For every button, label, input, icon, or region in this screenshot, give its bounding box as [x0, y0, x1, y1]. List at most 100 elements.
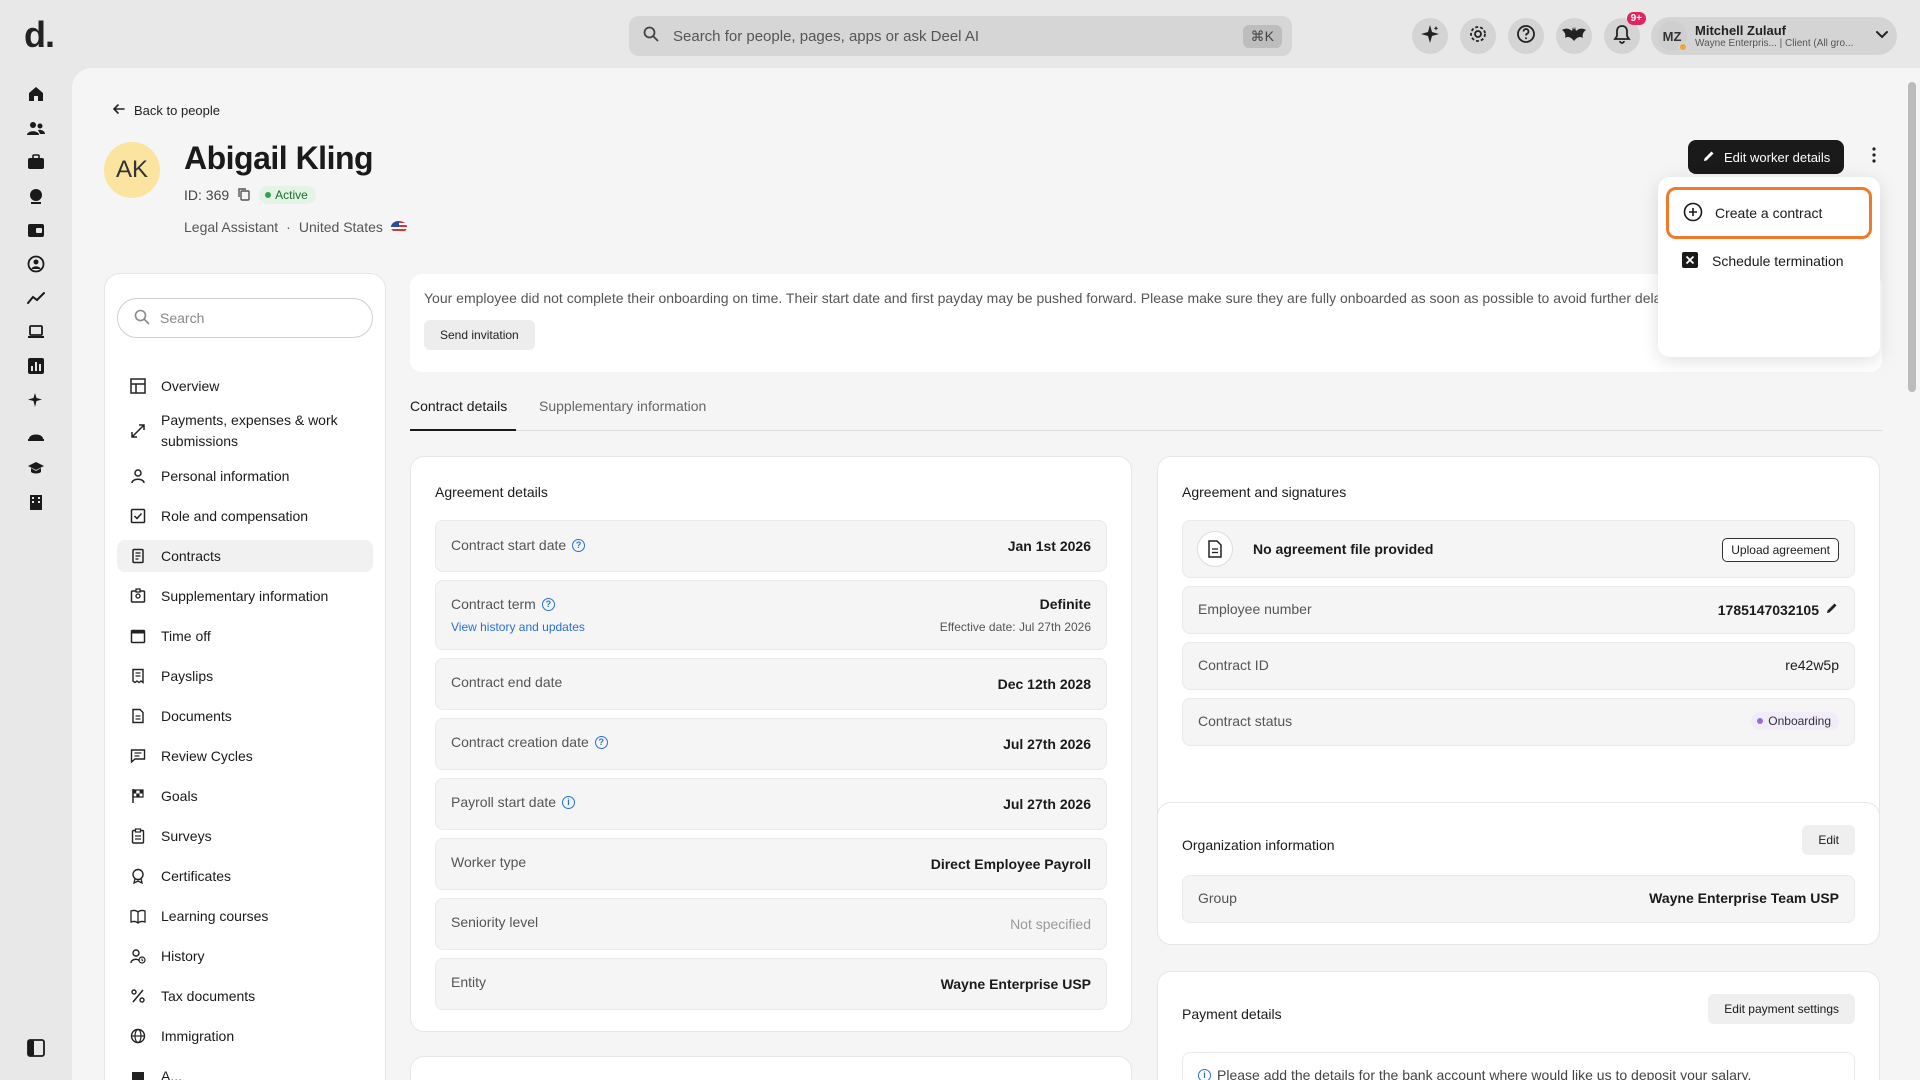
- view-history-link[interactable]: View history and updates: [451, 620, 585, 634]
- row-label: Contract ID: [1198, 657, 1269, 673]
- sidebar-item-tax-documents[interactable]: Tax documents: [117, 980, 373, 1012]
- sidebar-item-label: Learning courses: [161, 908, 269, 924]
- sidebar-item-label: Goals: [161, 788, 198, 804]
- sidebar-item-goals[interactable]: Goals: [117, 780, 373, 812]
- edit-payment-settings-button[interactable]: Edit payment settings: [1708, 994, 1855, 1024]
- sidebar-item-overview[interactable]: Overview: [117, 370, 373, 402]
- check-box-icon: [129, 507, 147, 525]
- sidebar-item-time-off[interactable]: Time off: [117, 620, 373, 652]
- info-icon[interactable]: ?: [572, 538, 586, 552]
- island-icon[interactable]: [24, 422, 48, 446]
- detail-row-worker-type: Worker type Direct Employee Payroll: [435, 838, 1107, 890]
- copy-icon[interactable]: [237, 187, 251, 204]
- file-icon: [1197, 531, 1233, 567]
- sidebar-toggle-icon[interactable]: [24, 1036, 48, 1060]
- analytics-icon[interactable]: [24, 354, 48, 378]
- sidebar-item-immigration[interactable]: Immigration: [117, 1020, 373, 1052]
- settings-button[interactable]: [1460, 18, 1496, 54]
- sidebar-item-supplementary-information[interactable]: Supplementary information: [117, 580, 373, 612]
- row-label: Group: [1198, 890, 1237, 906]
- left-rail: [0, 70, 72, 1080]
- calendar-icon: [129, 627, 147, 645]
- sidebar-item-payslips[interactable]: Payslips: [117, 660, 373, 692]
- sidebar-item-label: Contracts: [161, 548, 221, 564]
- team-circle-icon[interactable]: [24, 252, 48, 276]
- scrollbar-thumb[interactable]: [1908, 82, 1916, 392]
- sidebar-search-input[interactable]: Search: [117, 298, 373, 338]
- row-label: Payroll start date i: [451, 794, 576, 810]
- edit-worker-details-button[interactable]: Edit worker details: [1688, 140, 1845, 174]
- laptop-icon[interactable]: [24, 320, 48, 344]
- tab-contract-details[interactable]: Contract details: [410, 398, 516, 431]
- menu-item-label: Create a contract: [1715, 205, 1823, 221]
- agreement-signatures-card: Agreement and signatures No agreement fi…: [1157, 456, 1880, 846]
- effective-date: Effective date: Jul 27th 2026: [939, 620, 1091, 634]
- sidebar-item-more[interactable]: A...: [117, 1060, 373, 1080]
- detail-row-contract-term: Contract term? Definite View history and…: [435, 580, 1107, 650]
- edit-organization-button[interactable]: Edit: [1802, 825, 1855, 855]
- menu-item-label: Schedule termination: [1712, 253, 1844, 269]
- sidebar-item-label: Role and compensation: [161, 508, 309, 524]
- payment-notice: i Please add the details for the bank ac…: [1182, 1052, 1855, 1080]
- search-shortcut: ⌘K: [1242, 24, 1282, 48]
- role-location-row: Legal Assistant · United States: [184, 219, 407, 235]
- info-icon[interactable]: ?: [594, 735, 608, 749]
- detail-row-group: Group Wayne Enterprise Team USP: [1182, 875, 1855, 923]
- sidebar-item-documents[interactable]: Documents: [117, 700, 373, 732]
- info-icon[interactable]: ?: [541, 597, 555, 611]
- wallet-icon[interactable]: [24, 218, 48, 242]
- sidebar-item-learning-courses[interactable]: Learning courses: [117, 900, 373, 932]
- menu-item-schedule-termination[interactable]: Schedule termination: [1666, 235, 1872, 287]
- pencil-icon[interactable]: [1825, 601, 1839, 618]
- row-value: Wayne Enterprise Team USP: [1649, 890, 1839, 906]
- people-icon[interactable]: [24, 116, 48, 140]
- info-icon[interactable]: i: [562, 795, 576, 809]
- globe-pin-icon[interactable]: [24, 184, 48, 208]
- sidebar-item-personal-information[interactable]: Personal information: [117, 460, 373, 492]
- home-icon[interactable]: [24, 82, 48, 106]
- graduation-cap-icon[interactable]: [24, 456, 48, 480]
- sidebar-item-label: Tax documents: [161, 988, 256, 1004]
- row-label: Employee number: [1198, 601, 1312, 617]
- row-value: Dec 12th 2028: [997, 676, 1091, 692]
- send-invitation-button[interactable]: Send invitation: [424, 320, 535, 350]
- detail-row-entity: Entity Wayne Enterprise USP: [435, 958, 1107, 1010]
- sidebar-item-payments[interactable]: Payments, expenses & work submissions: [117, 408, 373, 454]
- sidebar-item-surveys[interactable]: Surveys: [117, 820, 373, 852]
- kebab-icon: [1872, 146, 1876, 168]
- profile-sidebar: Search Overview Payments, expenses & wor…: [104, 273, 386, 1080]
- sparkle-icon[interactable]: [24, 388, 48, 412]
- worker-id: ID: 369: [184, 187, 230, 203]
- notifications-button[interactable]: 9+: [1604, 12, 1646, 54]
- separator: ·: [286, 219, 291, 235]
- percent-icon: [129, 987, 147, 1005]
- briefcase-icon[interactable]: [24, 150, 48, 174]
- tab-supplementary-information[interactable]: Supplementary information: [539, 398, 706, 431]
- detail-row-contract-start-date: Contract start date? Jan 1st 2026: [435, 520, 1107, 572]
- upload-agreement-button[interactable]: Upload agreement: [1722, 538, 1839, 562]
- sidebar-item-history[interactable]: History: [117, 940, 373, 972]
- status-dot: [265, 192, 272, 198]
- plus-circle-icon: [1683, 202, 1703, 225]
- avatar: AK: [104, 142, 160, 198]
- top-bar: d. Search for people, pages, apps or ask…: [0, 0, 1920, 70]
- more-options-button[interactable]: [1864, 146, 1884, 168]
- sidebar-item-label: Overview: [161, 378, 220, 394]
- sidebar-item-review-cycles[interactable]: Review Cycles: [117, 740, 373, 772]
- sidebar-item-contracts[interactable]: Contracts: [117, 540, 373, 572]
- trend-icon[interactable]: [24, 286, 48, 310]
- sidebar-item-label: History: [161, 948, 205, 964]
- deel-logo[interactable]: d.: [24, 14, 55, 56]
- sidebar-item-certificates[interactable]: Certificates: [117, 860, 373, 892]
- sidebar-item-role-compensation[interactable]: Role and compensation: [117, 500, 373, 532]
- brand-app-button[interactable]: [1556, 18, 1592, 54]
- help-button[interactable]: [1508, 18, 1544, 54]
- back-to-people-link[interactable]: Back to people: [112, 102, 220, 119]
- menu-item-create-contract[interactable]: Create a contract: [1666, 187, 1872, 239]
- page-scrollbar[interactable]: [1904, 68, 1920, 1080]
- user-menu[interactable]: MZ Mitchell Zulauf Wayne Enterpris... | …: [1651, 17, 1897, 55]
- building-icon[interactable]: [24, 490, 48, 514]
- agreement-file-status: No agreement file provided: [1253, 541, 1434, 557]
- ai-sparkle-button[interactable]: [1412, 18, 1448, 54]
- global-search[interactable]: Search for people, pages, apps or ask De…: [629, 16, 1292, 56]
